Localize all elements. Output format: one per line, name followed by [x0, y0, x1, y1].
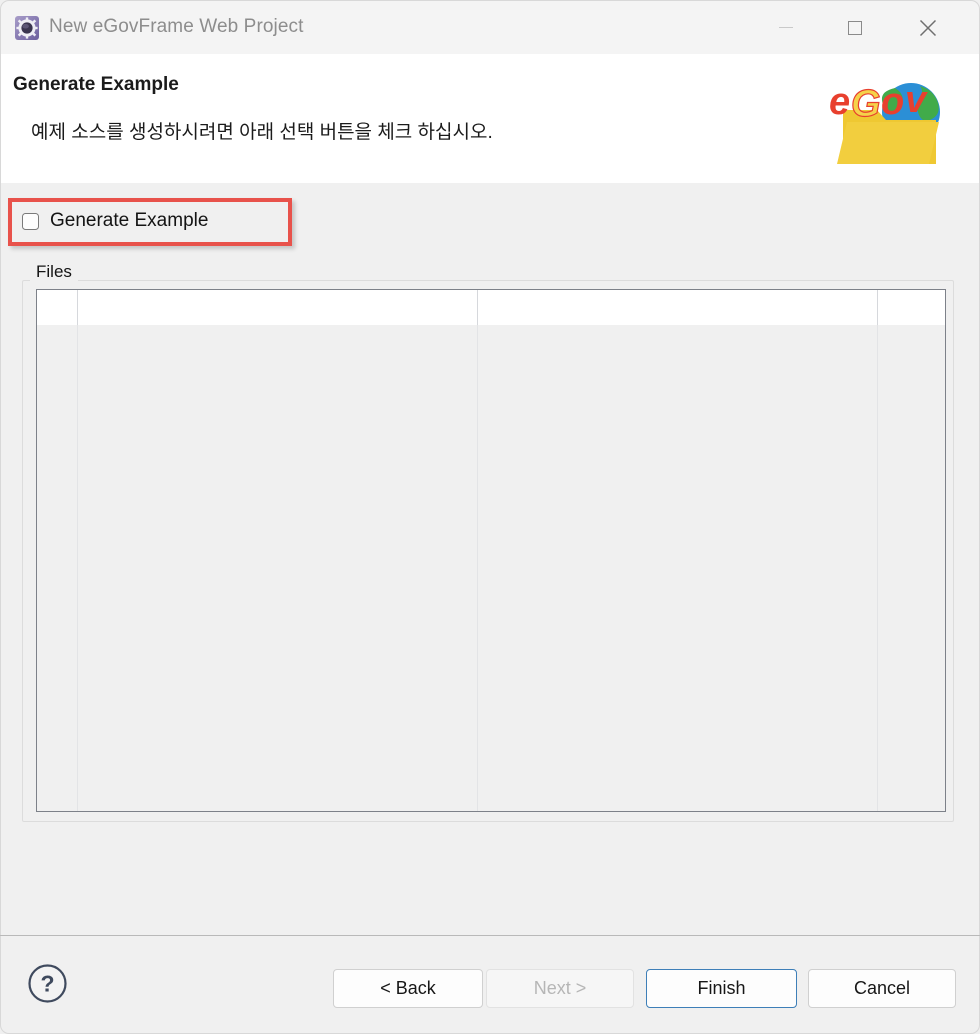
svg-text:G: G — [851, 83, 881, 125]
back-button[interactable]: < Back — [333, 969, 483, 1008]
page-description: 예제 소스를 생성하시려면 아래 선택 버튼을 체크 하십시오. — [31, 122, 493, 143]
maximize-icon — [848, 20, 862, 35]
checkbox-label: Generate Example — [50, 210, 209, 231]
files-group-label: Files — [30, 262, 78, 282]
column-divider-1-header[interactable] — [77, 290, 78, 325]
next-button: Next > — [486, 969, 634, 1008]
generate-example-checkbox[interactable]: Generate Example — [22, 210, 208, 232]
title-bar: New eGovFrame Web Project — [0, 0, 980, 54]
finish-button[interactable]: Finish — [646, 969, 797, 1008]
gear-icon — [15, 16, 39, 40]
column-divider-3-body — [877, 325, 878, 811]
svg-text:o: o — [881, 81, 904, 123]
checkbox-box[interactable] — [22, 212, 39, 230]
close-icon — [918, 18, 938, 38]
files-table[interactable] — [36, 289, 946, 812]
close-button[interactable] — [897, 1, 959, 54]
maximize-button[interactable] — [824, 1, 886, 54]
cancel-button[interactable]: Cancel — [808, 969, 956, 1008]
new-egovframe-web-project-dialog: New eGovFrame Web Project Generate Examp… — [0, 0, 980, 1034]
minimize-button[interactable] — [755, 1, 817, 54]
column-divider-3-header[interactable] — [877, 290, 878, 325]
window-title: New eGovFrame Web Project — [49, 16, 304, 37]
wizard-header: Generate Example 예제 소스를 생성하시려면 아래 선택 버튼을… — [0, 54, 980, 237]
files-table-header — [37, 290, 945, 325]
column-divider-2-body — [477, 325, 478, 811]
column-divider-1-body — [77, 325, 78, 811]
minimize-icon — [779, 27, 793, 28]
help-icon[interactable]: ? — [27, 963, 68, 1004]
egov-logo: e G o v — [825, 70, 955, 170]
column-divider-2-header[interactable] — [477, 290, 478, 325]
svg-text:v: v — [905, 79, 928, 121]
svg-text:?: ? — [40, 971, 54, 997]
svg-text:e: e — [829, 81, 850, 123]
page-title: Generate Example — [13, 74, 179, 95]
